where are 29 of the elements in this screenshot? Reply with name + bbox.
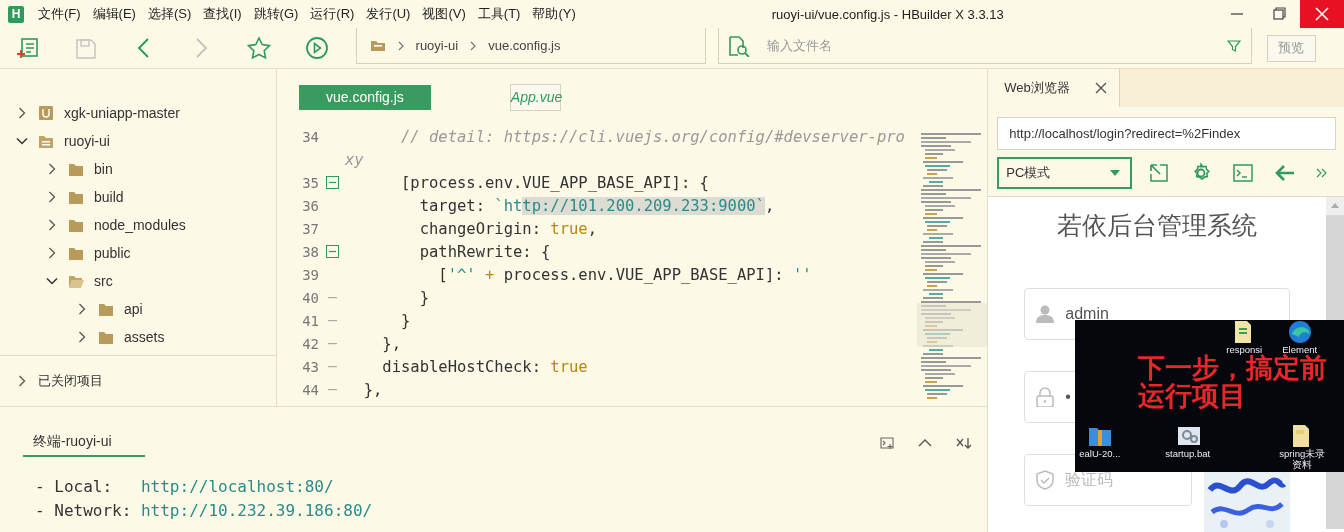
caption-text: 运行项目	[1138, 382, 1247, 410]
code-line: [process.env.VUE_APP_BASE_API]: {	[400, 173, 709, 192]
line-number: 41	[301, 312, 319, 329]
code-line: disableHostCheck: true	[381, 357, 588, 376]
terminal-line: - Network: http://10.232.39.186:80/	[35, 501, 374, 522]
code-line: // detail: https://cli.vuejs.org/config/#devserver-pro	[400, 127, 905, 146]
code-line: changeOrigin: true,	[418, 219, 597, 238]
terminal-line: - Local: http://localhost:80/	[35, 477, 335, 498]
code-line: pathRewrite: {	[418, 242, 551, 261]
line-number: 34	[301, 128, 319, 145]
line-number: 42	[301, 335, 319, 352]
code-line: },	[381, 334, 401, 353]
line-number: 39	[301, 266, 319, 283]
line-number: 40	[301, 289, 319, 306]
line-number: 36	[301, 197, 319, 214]
line-number: 38	[301, 243, 319, 260]
app-logo: H	[8, 5, 24, 23]
line-number: 44	[301, 381, 319, 398]
line-number: 37	[301, 220, 319, 237]
code-line: }	[400, 311, 411, 330]
code-line: },	[362, 380, 383, 399]
code-line: }	[418, 288, 429, 307]
code-line: ['^' + process.env.VUE_APP_BASE_API]: ''	[437, 265, 812, 284]
window-title: ruoyi-ui/vue.config.js - HBuilder X 3.3.13	[771, 6, 1004, 22]
code-line: xy	[345, 150, 364, 169]
line-number: 35	[301, 174, 319, 191]
line-number: 43	[301, 358, 319, 375]
login-title: 若依后台管理系统	[1056, 210, 1259, 241]
caption-text: 下一步，搞定前	[1138, 354, 1328, 382]
